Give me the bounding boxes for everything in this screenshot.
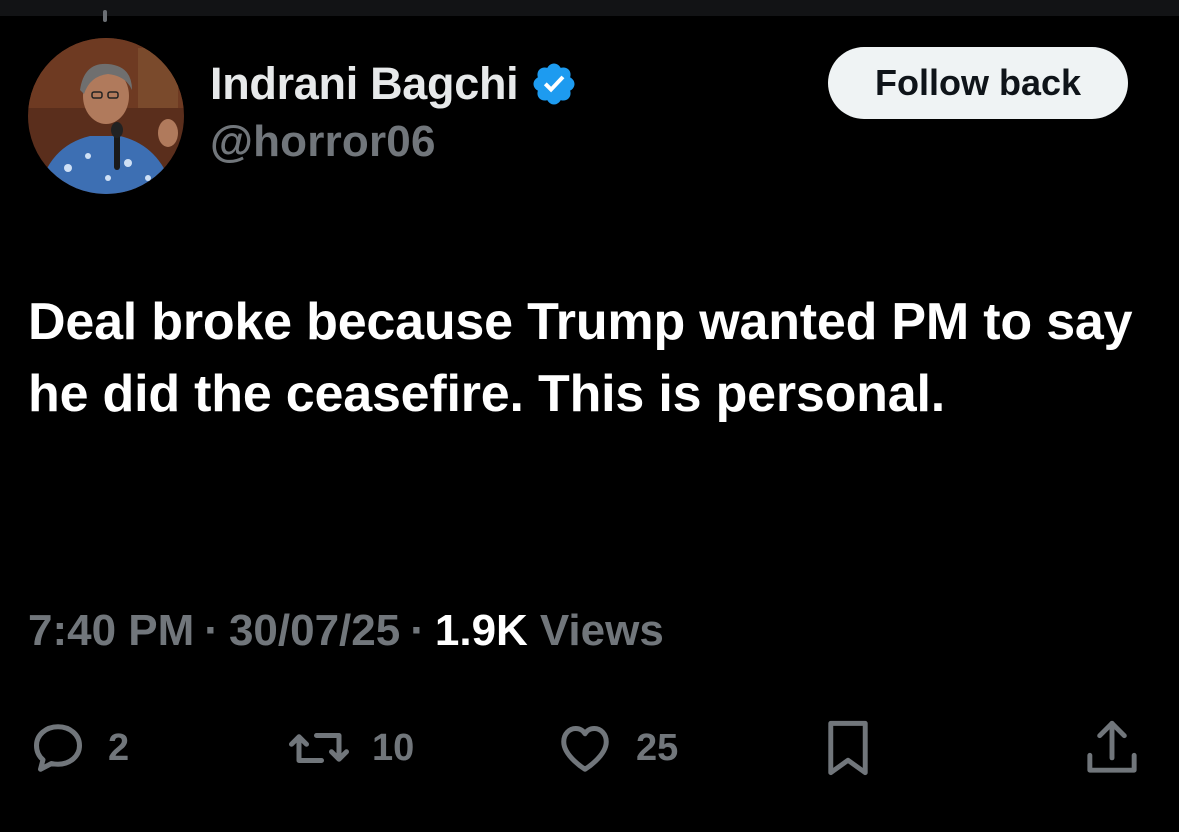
meta-separator: ·	[410, 606, 425, 655]
speech-bubble-icon	[28, 718, 88, 778]
views-count[interactable]: 1.9K	[435, 606, 528, 656]
bookmark-icon	[818, 716, 878, 780]
author-block: Indrani Bagchi @horror06	[210, 55, 578, 167]
display-name[interactable]: Indrani Bagchi	[210, 58, 519, 110]
tweet-date[interactable]: 30/07/25	[229, 606, 400, 656]
verified-badge-icon[interactable]	[530, 60, 578, 108]
like-count: 25	[636, 726, 679, 769]
like-button[interactable]: 25	[554, 712, 678, 784]
scroll-notch	[103, 10, 107, 22]
avatar-image	[28, 38, 184, 194]
views-label[interactable]: Views	[540, 606, 664, 656]
tweet-time[interactable]: 7:40 PM	[28, 606, 194, 656]
tweet-text: Deal broke because Trump wanted PM to sa…	[28, 293, 1133, 423]
reply-button[interactable]: 2	[28, 712, 129, 784]
action-bar: 2 10 25	[0, 712, 1179, 784]
meta-separator: ·	[204, 606, 219, 655]
share-button[interactable]	[1082, 712, 1142, 784]
repost-count: 10	[372, 726, 415, 769]
repost-arrows-icon	[286, 718, 352, 778]
bookmark-button[interactable]	[818, 712, 878, 784]
top-strip	[0, 0, 1179, 22]
share-upload-icon	[1082, 716, 1142, 780]
handle[interactable]: @horror06	[210, 117, 578, 167]
repost-button[interactable]: 10	[286, 712, 414, 784]
tweet-meta: 7:40 PM · 30/07/25 · 1.9K Views	[28, 606, 664, 656]
heart-icon	[554, 718, 616, 778]
avatar[interactable]	[28, 38, 184, 194]
follow-back-button[interactable]: Follow back	[828, 47, 1128, 119]
name-row: Indrani Bagchi	[210, 55, 578, 113]
reply-count: 2	[108, 726, 130, 769]
